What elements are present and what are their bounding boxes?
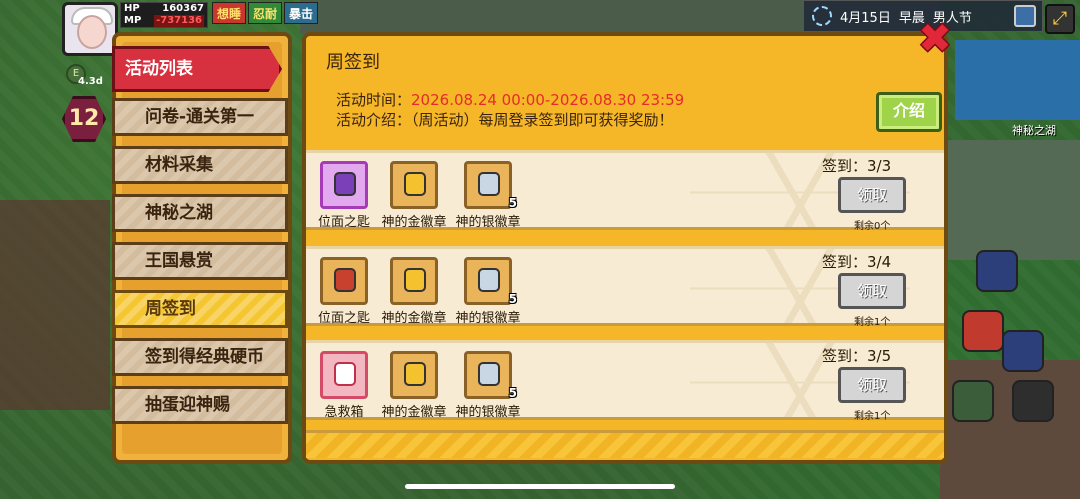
- reward-item-name: 神的银徽章: [455, 405, 521, 420]
- panel-bottom-strip: [306, 430, 944, 458]
- reward-item-slot[interactable]: [320, 257, 368, 305]
- mp-row: MP -737136: [121, 15, 207, 27]
- event-time-label: 活动时间：: [336, 91, 412, 109]
- claim-button[interactable]: 领取: [838, 367, 906, 403]
- days-counter: 4.3d: [78, 76, 103, 87]
- share-icon[interactable]: [1012, 380, 1054, 422]
- first-aid-kit-icon: [334, 362, 356, 386]
- activity-list-panel: 活动列表 问卷-通关第一 材料采集 神秘之湖 王国悬赏 周签到 签到得经典硬币 …: [112, 32, 292, 464]
- location-label: 神秘之湖: [1012, 124, 1056, 137]
- reward-item-slot[interactable]: 5: [464, 351, 517, 400]
- tab-egg-draw[interactable]: 抽蛋迎神赐: [112, 386, 288, 424]
- activity-list-header: 活动列表: [112, 46, 282, 92]
- event-intro-line: 活动介绍：（周活动）每周登录签到即可获得奖励！: [336, 110, 684, 130]
- reward-item-name: 神的金徽章: [381, 215, 447, 230]
- gold-badge-icon: [404, 172, 426, 196]
- reward-item-slot[interactable]: [390, 257, 438, 305]
- tab-classic-coin-signin[interactable]: 签到得经典硬币: [112, 338, 288, 376]
- tab-material-gathering[interactable]: 材料采集: [112, 146, 288, 184]
- gold-badge-icon: [404, 362, 426, 386]
- signin-progress: 签到：3/3: [822, 157, 892, 175]
- mp-label: MP: [124, 15, 142, 26]
- map-icon[interactable]: [1014, 5, 1036, 27]
- mp-value: -737136: [154, 15, 204, 27]
- reward-item-slot[interactable]: [390, 351, 438, 399]
- silver-badge-icon: [478, 268, 500, 292]
- silver-badge-icon: [478, 362, 500, 386]
- status-tags: 想睡 忍耐 暴击: [212, 2, 319, 24]
- signin-progress: 签到：3/4: [822, 253, 892, 271]
- reward-item-name: 位面之匙: [317, 311, 370, 326]
- tab-mystic-lake[interactable]: 神秘之湖: [112, 194, 288, 232]
- reward-item-name: 急救箱: [324, 405, 364, 420]
- avatar-face: [77, 15, 107, 49]
- remaining-count: 剩余1个: [854, 317, 891, 328]
- sword-icon[interactable]: [952, 380, 994, 422]
- intro-button[interactable]: 介绍: [876, 92, 942, 132]
- town-buildings-right: [945, 140, 1080, 260]
- hp-row: HP 160367: [121, 3, 207, 15]
- dirt-path: [0, 200, 110, 410]
- status-tag-sleepy[interactable]: 想睡: [212, 2, 247, 24]
- close-icon[interactable]: ✖: [915, 19, 955, 60]
- hp-label: HP: [124, 3, 140, 14]
- claim-button[interactable]: 领取: [838, 273, 906, 309]
- player-avatar[interactable]: [62, 2, 118, 56]
- signin-progress: 签到：3/5: [822, 347, 892, 365]
- reward-item-slot[interactable]: 5: [464, 161, 517, 210]
- event-intro-value: （周活动）每周登录签到即可获得奖励！: [411, 111, 674, 129]
- page-title: 周签到: [326, 52, 380, 73]
- status-tag-crit[interactable]: 暴击: [284, 2, 319, 24]
- weekly-signin-panel: 周签到 活动时间：2026.08.24 00:00-2026.08.30 23:…: [302, 32, 948, 464]
- hp-mp-bars: HP 160367 MP -737136: [120, 2, 208, 28]
- reward-row: 急救箱 神的金徽章 5 神的银徽章 签到：3/5 领取 剩余1个: [306, 340, 944, 422]
- event-time-value: 2026.08.24 00:00-2026.08.30 23:59: [411, 91, 685, 109]
- reward-item-name: 神的金徽章: [381, 311, 447, 326]
- tab-survey[interactable]: 问卷-通关第一: [112, 98, 288, 136]
- item-count: 5: [508, 292, 517, 306]
- reward-item-name: 神的银徽章: [455, 215, 521, 230]
- claim-button[interactable]: 领取: [838, 177, 906, 213]
- sun-icon: [812, 6, 832, 26]
- event-info: 活动时间：2026.08.24 00:00-2026.08.30 23:59 活…: [336, 90, 684, 130]
- plane-key-icon: [334, 172, 356, 196]
- tab-weekly-signin[interactable]: 周签到: [112, 290, 288, 328]
- item-count: 5: [508, 196, 517, 210]
- gold-badge-icon: [404, 268, 426, 292]
- reward-item-slot[interactable]: 5: [464, 257, 517, 306]
- mount-icon[interactable]: [1002, 330, 1044, 372]
- remaining-count: 剩余1个: [854, 411, 891, 422]
- reward-item-slot[interactable]: [320, 351, 368, 399]
- reward-item-slot[interactable]: [320, 161, 368, 209]
- item-count: 5: [508, 386, 517, 400]
- home-indicator[interactable]: [405, 484, 675, 489]
- reward-item-slot[interactable]: [390, 161, 438, 209]
- date-text: 4月15日: [840, 10, 891, 26]
- reward-item-name: 位面之匙: [317, 215, 370, 230]
- status-tag-endure[interactable]: 忍耐: [248, 2, 283, 24]
- remaining-count: 剩余0个: [854, 221, 891, 232]
- silver-badge-icon: [478, 172, 500, 196]
- tab-kingdom-bounty[interactable]: 王国悬赏: [112, 242, 288, 280]
- shop-icon[interactable]: [962, 310, 1004, 352]
- hp-value: 160367: [162, 3, 204, 14]
- reward-item-name: 神的银徽章: [455, 311, 521, 326]
- skill-icon[interactable]: [976, 250, 1018, 292]
- exit-icon[interactable]: ⤢: [1045, 4, 1075, 34]
- reward-row: 位面之匙 神的金徽章 5 神的银徽章 签到：3/3 领取 剩余0个: [306, 150, 944, 232]
- event-intro-label: 活动介绍：: [336, 111, 412, 129]
- reward-row: 位面之匙 神的金徽章 5 神的银徽章 签到：3/4 领取 剩余1个: [306, 246, 944, 328]
- plane-key-icon: [334, 268, 356, 292]
- lake-water: [955, 40, 1080, 120]
- reward-list: 位面之匙 神的金徽章 5 神的银徽章 签到：3/3 领取 剩余0个 位面之匙 神…: [306, 150, 944, 430]
- event-time-line: 活动时间：2026.08.24 00:00-2026.08.30 23:59: [336, 90, 684, 110]
- reward-item-name: 神的金徽章: [381, 405, 447, 420]
